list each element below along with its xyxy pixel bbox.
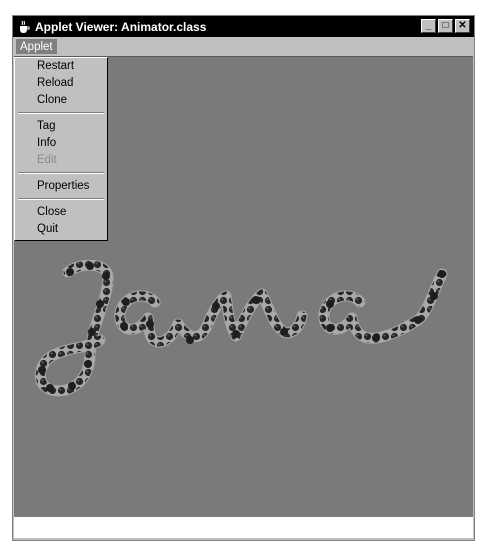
close-icon: ✕	[458, 20, 467, 31]
java-animation	[34, 260, 448, 397]
menu-separator	[18, 172, 104, 174]
close-button[interactable]: ✕	[455, 19, 470, 33]
title-bar[interactable]: Applet Viewer: Animator.class _ □ ✕	[13, 16, 474, 37]
menu-item-edit: Edit	[37, 154, 57, 166]
menu-separator	[18, 112, 104, 114]
maximize-button[interactable]: □	[438, 19, 453, 33]
window-title: Applet Viewer: Animator.class	[35, 19, 207, 34]
menu-item-properties[interactable]: Properties	[37, 178, 89, 194]
menu-separator	[18, 198, 104, 200]
menu-bar: Applet	[13, 37, 474, 55]
applet-menu-dropdown: Restart Reload Clone Tag Info Edit Prope…	[14, 57, 108, 241]
java-cup-icon[interactable]	[16, 19, 32, 35]
menu-item-tag[interactable]: Tag	[37, 118, 56, 134]
maximize-icon: □	[442, 20, 449, 31]
menu-item-quit[interactable]: Quit	[37, 221, 58, 237]
menu-item-reload[interactable]: Reload	[37, 75, 73, 91]
menu-applet[interactable]: Applet	[16, 39, 57, 54]
menu-item-restart[interactable]: Restart	[37, 58, 74, 74]
status-bar	[14, 516, 473, 538]
menu-item-info[interactable]: Info	[37, 135, 56, 151]
menu-item-clone[interactable]: Clone	[37, 92, 67, 108]
menu-item-close[interactable]: Close	[37, 204, 66, 220]
minimize-button[interactable]: _	[421, 19, 436, 33]
minimize-icon: _	[425, 20, 432, 31]
